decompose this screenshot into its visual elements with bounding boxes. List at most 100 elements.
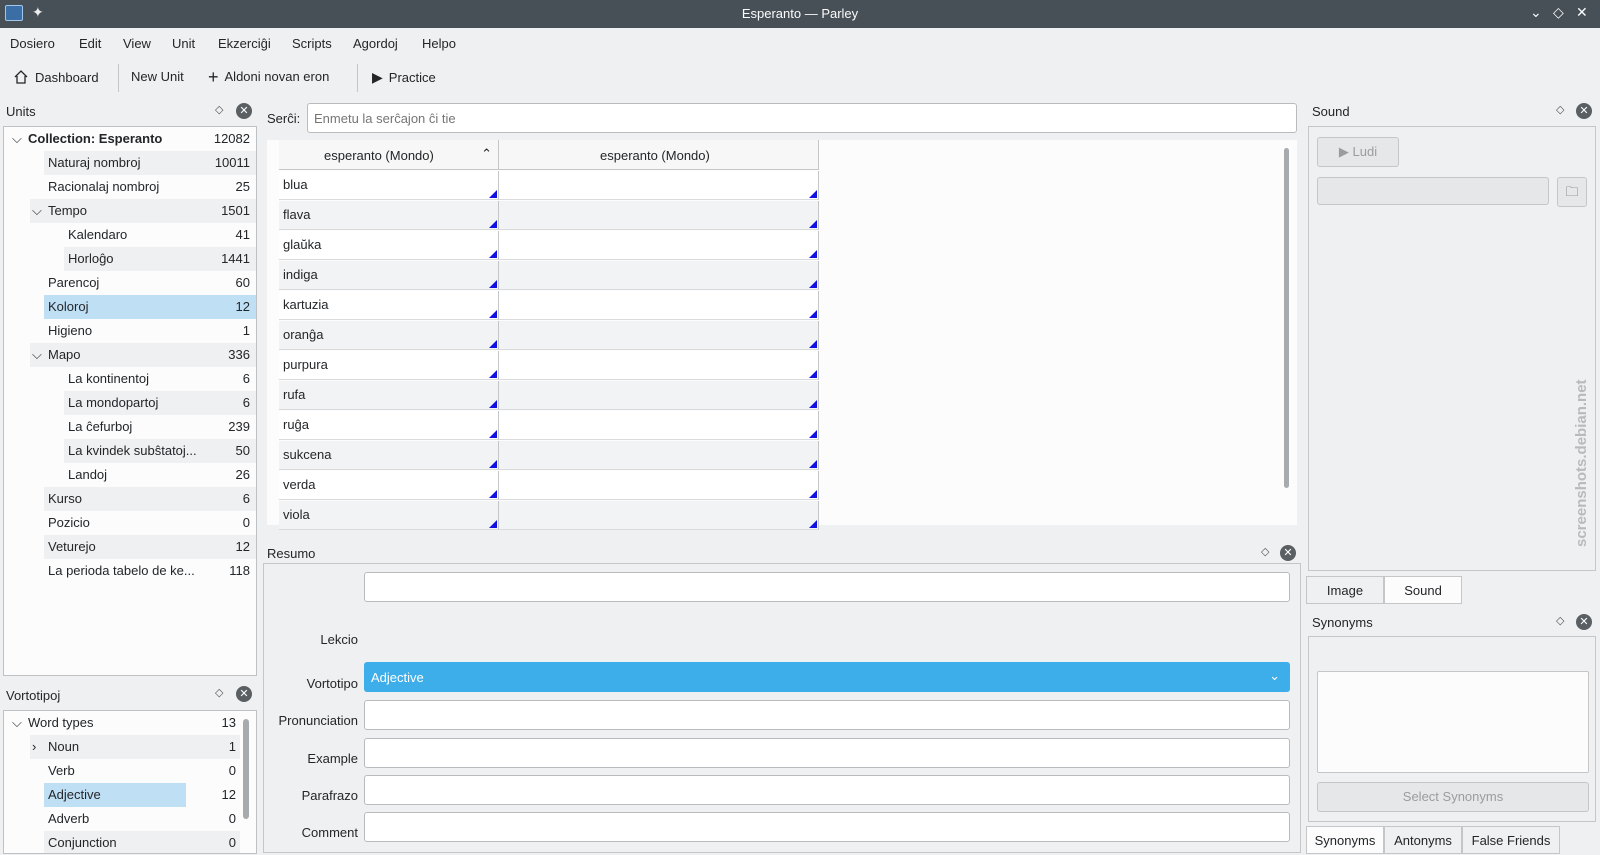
tree-item-selected[interactable]: Koloroj 12: [44, 295, 256, 319]
search-input[interactable]: [307, 103, 1297, 133]
tab-synonyms[interactable]: Synonyms: [1306, 826, 1384, 854]
new-unit-button[interactable]: New Unit: [131, 69, 184, 84]
close-window-icon[interactable]: ✕: [1576, 4, 1588, 21]
float-icon[interactable]: ◇: [1261, 545, 1269, 558]
synonyms-list[interactable]: [1317, 671, 1589, 773]
table-cell-translation[interactable]: [499, 471, 819, 500]
close-icon[interactable]: ✕: [1280, 545, 1296, 561]
play-button[interactable]: ▶ Ludi: [1317, 137, 1399, 167]
tree-item[interactable]: Veturejo 12: [44, 535, 256, 559]
folder-open-button[interactable]: 🗀: [1557, 177, 1587, 207]
table-cell-translation[interactable]: [499, 321, 819, 350]
table-cell-word[interactable]: sukcena: [279, 441, 499, 470]
table-cell-word[interactable]: ruĝa: [279, 411, 499, 440]
tree-item[interactable]: Higieno 1: [44, 319, 256, 343]
table-cell-translation[interactable]: [499, 411, 819, 440]
tab-sound[interactable]: Sound: [1384, 576, 1462, 604]
close-icon[interactable]: ✕: [1576, 614, 1592, 630]
chevron-down-icon[interactable]: ⌵: [32, 203, 42, 219]
menu-practice[interactable]: Ekzerciĝi: [218, 36, 271, 51]
scrollbar[interactable]: [243, 719, 249, 819]
table-cell-translation[interactable]: [499, 171, 819, 200]
table-cell-translation[interactable]: [499, 261, 819, 290]
chevron-down-icon[interactable]: ⌵: [12, 715, 22, 731]
tree-item[interactable]: Verb 0: [44, 759, 240, 783]
comment-field[interactable]: [364, 812, 1290, 842]
column-header[interactable]: esperanto (Mondo): [499, 140, 819, 170]
tree-item[interactable]: › Noun 1: [30, 735, 240, 759]
chevron-down-icon[interactable]: ⌵: [32, 347, 42, 363]
float-icon[interactable]: ◇: [1556, 103, 1564, 116]
wordtype-select[interactable]: Adjective ⌄: [364, 662, 1290, 692]
add-entry-button[interactable]: + Aldoni novan eron: [208, 68, 329, 86]
minimize-icon[interactable]: ⌄: [1530, 4, 1542, 21]
table-cell-translation[interactable]: [499, 351, 819, 380]
tree-item[interactable]: Pozicio 0: [44, 511, 256, 535]
tree-item[interactable]: Conjunction 0: [44, 831, 240, 853]
tree-item[interactable]: Parencoj 60: [44, 271, 256, 295]
table-cell-word[interactable]: flava: [279, 201, 499, 230]
table-cell-translation[interactable]: [499, 201, 819, 230]
table-cell-word[interactable]: glaŭka: [279, 231, 499, 260]
paraphrase-field[interactable]: [364, 775, 1290, 805]
float-icon[interactable]: ◇: [215, 103, 223, 116]
tree-item-selected[interactable]: Adjective 12: [44, 783, 240, 807]
tree-item[interactable]: Naturaj nombroj 10011: [44, 151, 256, 175]
table-cell-translation[interactable]: [499, 231, 819, 260]
menu-edit[interactable]: Edit: [79, 36, 101, 51]
table-cell-word[interactable]: verda: [279, 471, 499, 500]
menu-help[interactable]: Helpo: [422, 36, 456, 51]
sound-file-field[interactable]: [1317, 177, 1549, 205]
close-icon[interactable]: ✕: [236, 103, 252, 119]
maximize-icon[interactable]: ◇: [1553, 4, 1564, 21]
tree-item[interactable]: Kalendaro 41: [64, 223, 256, 247]
example-field[interactable]: [364, 738, 1290, 768]
translation-field[interactable]: [364, 572, 1290, 602]
practice-button[interactable]: ▶ Practice: [372, 69, 436, 86]
tree-item[interactable]: La perioda tabelo de ke... 118: [44, 559, 256, 583]
table-cell-translation[interactable]: [499, 441, 819, 470]
table-cell-word[interactable]: purpura: [279, 351, 499, 380]
select-synonyms-button[interactable]: Select Synonyms: [1317, 782, 1589, 812]
table-cell-translation[interactable]: [499, 291, 819, 320]
tree-item[interactable]: Horloĝo 1441: [64, 247, 256, 271]
menu-view[interactable]: View: [123, 36, 151, 51]
tree-item[interactable]: ⌵ Collection: Esperanto 12082: [4, 127, 256, 151]
close-icon[interactable]: ✕: [1576, 103, 1592, 119]
table-cell-translation[interactable]: [499, 501, 819, 530]
menu-unit[interactable]: Unit: [172, 36, 195, 51]
tab-antonyms[interactable]: Antonyms: [1384, 826, 1462, 854]
tree-item[interactable]: Adverb 0: [44, 807, 240, 831]
pronunciation-field[interactable]: [364, 700, 1290, 730]
tab-image[interactable]: Image: [1306, 576, 1384, 604]
tree-item[interactable]: ⌵ Word types 13: [4, 711, 240, 735]
tree-item[interactable]: La ĉefurboj 239: [64, 415, 256, 439]
chevron-right-icon[interactable]: ›: [32, 739, 36, 754]
tree-item[interactable]: La kvindek subŝtatoj... 50: [64, 439, 256, 463]
close-icon[interactable]: ✕: [236, 686, 252, 702]
dashboard-button[interactable]: Dashboard: [13, 69, 99, 85]
float-icon[interactable]: ◇: [215, 686, 223, 699]
tree-item[interactable]: Landoj 26: [64, 463, 256, 487]
tree-item[interactable]: La mondopartoj 6: [64, 391, 256, 415]
column-header[interactable]: esperanto (Mondo) ⌃: [279, 140, 499, 170]
table-cell-word[interactable]: viola: [279, 501, 499, 530]
table-cell-translation[interactable]: [499, 381, 819, 410]
table-cell-word[interactable]: blua: [279, 171, 499, 200]
tree-item[interactable]: La kontinentoj 6: [64, 367, 256, 391]
menu-file[interactable]: Dosiero: [10, 36, 55, 51]
tree-item[interactable]: Racionalaj nombroj 25: [44, 175, 256, 199]
table-cell-word[interactable]: oranĝa: [279, 321, 499, 350]
float-icon[interactable]: ◇: [1556, 614, 1564, 627]
tree-item[interactable]: ⌵ Tempo 1501: [30, 199, 256, 223]
tree-item[interactable]: Kurso 6: [44, 487, 256, 511]
scrollbar[interactable]: [1284, 148, 1289, 488]
tab-false-friends[interactable]: False Friends: [1462, 826, 1560, 854]
chevron-down-icon[interactable]: ⌵: [12, 131, 22, 147]
tree-item[interactable]: ⌵ Mapo 336: [30, 343, 256, 367]
menu-scripts[interactable]: Scripts: [292, 36, 332, 51]
table-cell-word[interactable]: indiga: [279, 261, 499, 290]
table-cell-word[interactable]: rufa: [279, 381, 499, 410]
menu-settings[interactable]: Agordoj: [353, 36, 398, 51]
table-cell-word[interactable]: kartuzia: [279, 291, 499, 320]
